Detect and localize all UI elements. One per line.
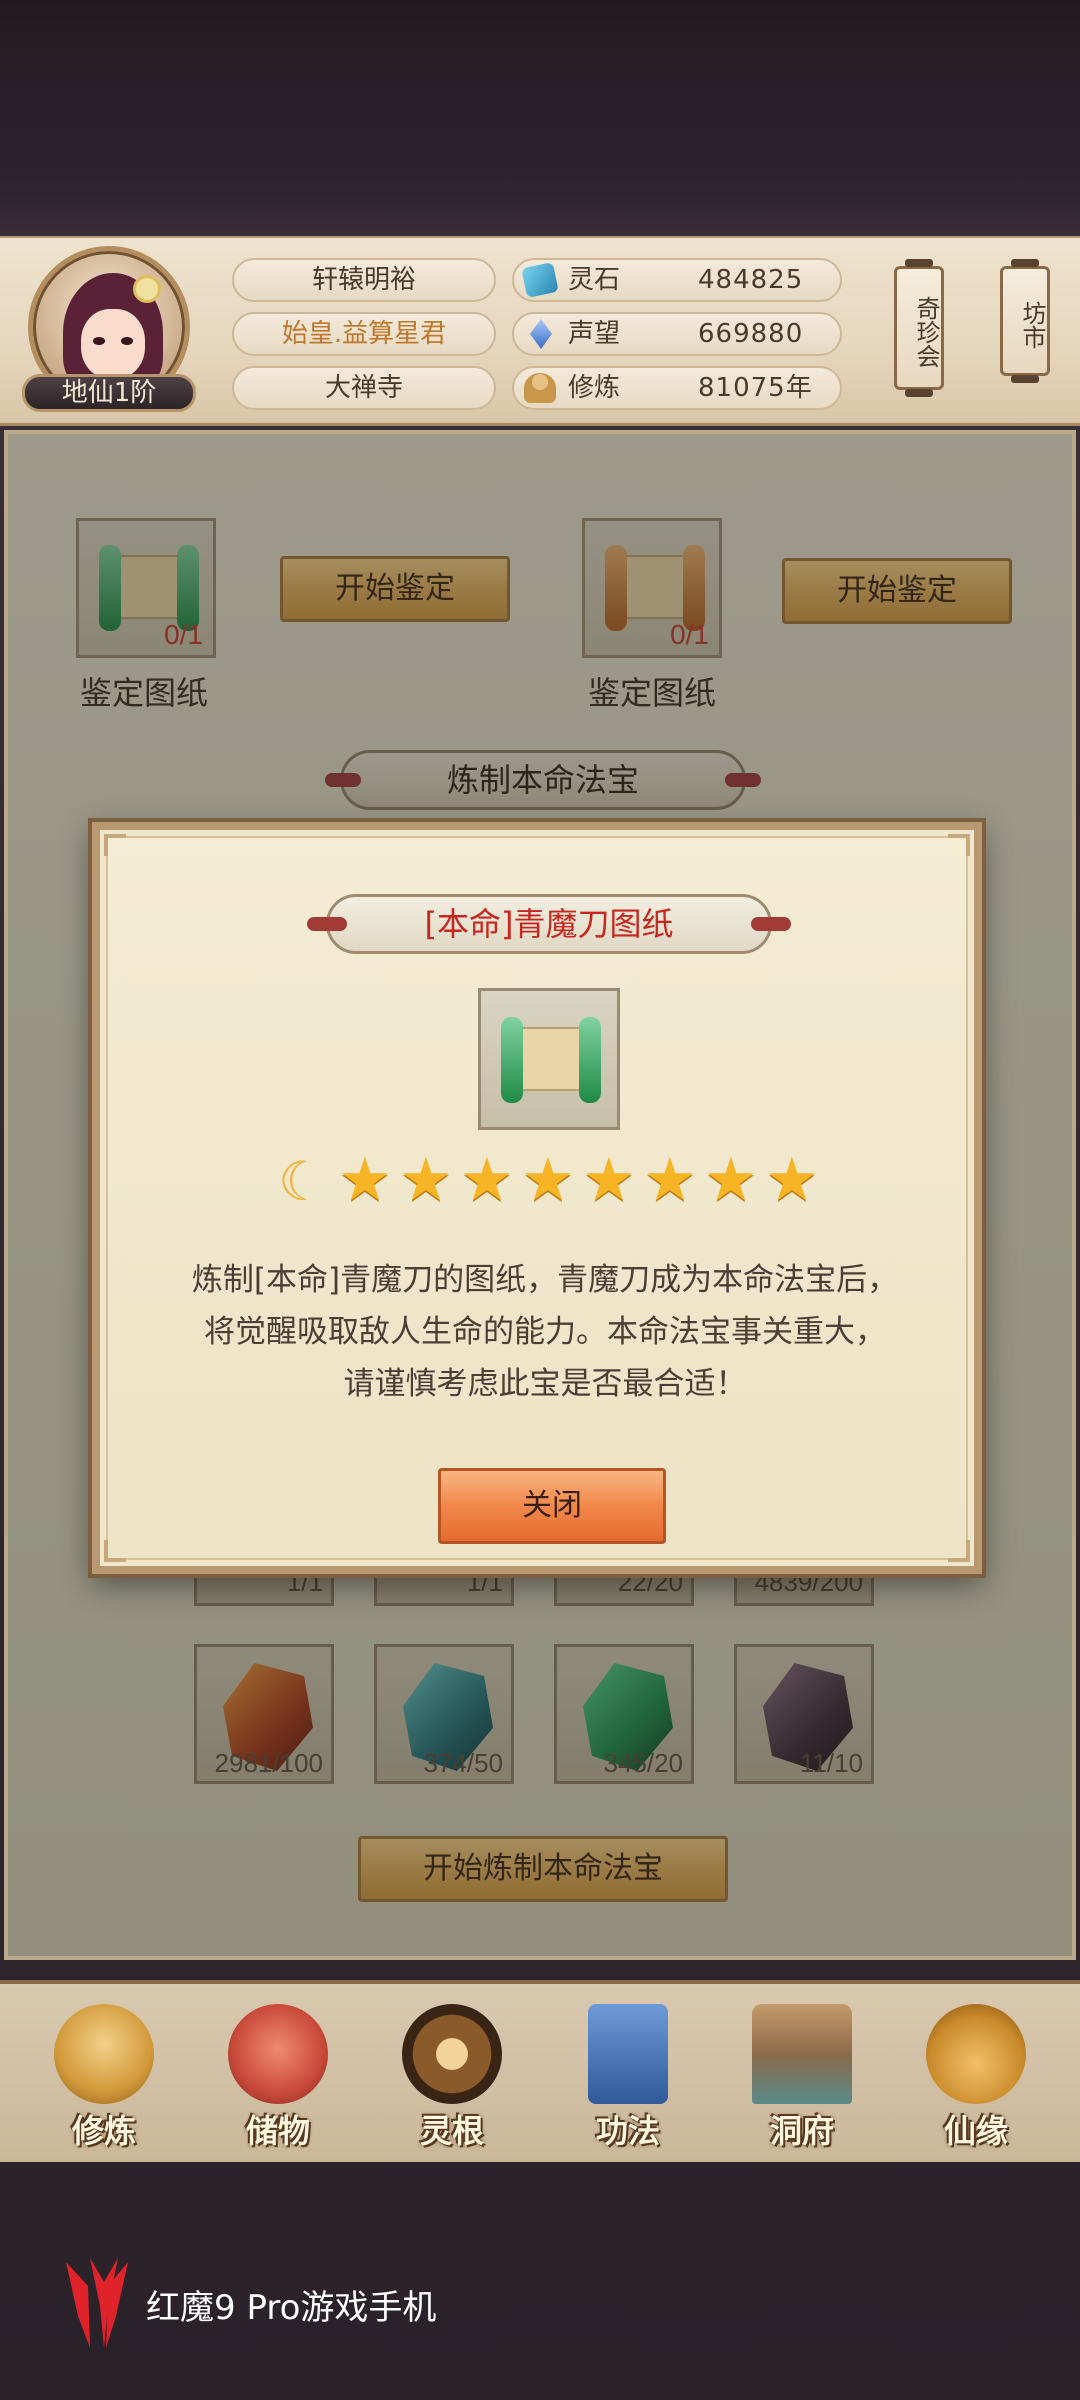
resource-spirit-stone: 灵石 484825 — [512, 258, 842, 302]
technique-book-icon — [588, 2004, 668, 2104]
description-line: 请谨慎考虑此宝是否最合适！ — [343, 1366, 747, 1402]
nav-fate[interactable]: 仙缘 — [896, 1996, 1056, 2156]
star-icon: ★ — [704, 1145, 758, 1215]
star-icon: ★ — [399, 1145, 453, 1215]
dialog-corner — [104, 1540, 126, 1562]
blueprint-description: 炼制[本命]青魔刀的图纸，青魔刀成为本命法宝后， 将觉醒吸取敌人生命的能力。本命… — [148, 1254, 942, 1410]
banner-knob — [751, 917, 791, 931]
dialog-corner — [948, 834, 970, 856]
scroll-roll — [579, 1017, 601, 1103]
spirit-root-icon — [402, 2004, 502, 2104]
device-brand-text: 红魔9 Pro游戏手机 — [146, 2288, 437, 2328]
nav-label: 功法 — [595, 2112, 660, 2150]
rank-badge: 地仙1阶 — [22, 374, 196, 412]
nav-label: 修炼 — [71, 2112, 136, 2150]
quality-rating: ☾ ★ ★ ★ ★ ★ ★ ★ ★ — [278, 1150, 838, 1216]
close-button[interactable]: 关闭 — [438, 1468, 666, 1544]
player-name: 轩辕明裕 — [232, 258, 496, 302]
nav-label: 储物 — [245, 2112, 310, 2150]
dialog-title-banner: [本命]青魔刀图纸 — [307, 894, 791, 954]
player-sect[interactable]: 大禅寺 — [232, 366, 496, 410]
nav-cave[interactable]: 洞府 — [722, 1996, 882, 2156]
resource-label: 修炼 — [568, 373, 621, 403]
star-icon: ★ — [643, 1145, 697, 1215]
spirit-stone-icon — [521, 262, 559, 298]
nav-label: 仙缘 — [943, 2112, 1008, 2150]
description-line: 将觉醒吸取敌人生命的能力。本命法宝事关重大， — [204, 1314, 886, 1350]
star-icon: ★ — [765, 1145, 819, 1215]
scroll-roll — [501, 1017, 523, 1103]
dialog-body: [本命]青魔刀图纸 ☾ ★ ★ ★ ★ ★ ★ ★ ★ 炼制[本命]青魔刀的图纸… — [104, 834, 970, 1562]
star-icon: ★ — [521, 1145, 575, 1215]
scroll-icon — [499, 1017, 603, 1105]
dialog-title: [本命]青魔刀图纸 — [424, 905, 674, 943]
avatar-eye — [93, 337, 105, 345]
meditation-icon — [524, 373, 556, 403]
avatar-eye — [121, 337, 133, 345]
nav-cultivate[interactable]: 修炼 — [24, 1996, 184, 2156]
resource-cultivation: 修炼 81075年 — [512, 366, 842, 410]
player-title[interactable]: 始皇.益算星君 — [232, 312, 496, 356]
storage-bag-icon — [228, 2004, 328, 2104]
resource-value: 669880 — [698, 319, 804, 349]
moon-icon: ☾ — [278, 1150, 327, 1213]
dialog-corner — [948, 1540, 970, 1562]
resource-label: 声望 — [568, 319, 621, 349]
market-button[interactable]: 坊市 — [1000, 259, 1050, 383]
scroll-paper — [521, 1027, 581, 1091]
nav-spirit-root[interactable]: 灵根 — [372, 1996, 532, 2156]
resource-value: 81075年 — [698, 373, 813, 403]
prestige-crystal-icon — [530, 319, 552, 349]
star-icon: ★ — [582, 1145, 636, 1215]
star-icon: ★ — [460, 1145, 514, 1215]
resource-label: 灵石 — [568, 265, 621, 295]
blueprint-detail-dialog: [本命]青魔刀图纸 ☾ ★ ★ ★ ★ ★ ★ ★ ★ 炼制[本命]青魔刀的图纸… — [92, 822, 982, 1574]
cave-dwelling-icon — [752, 2004, 852, 2104]
treasure-fair-button[interactable]: 奇珍会 — [894, 259, 944, 397]
description-line: 炼制[本命]青魔刀的图纸，青魔刀成为本命法宝后， — [191, 1262, 899, 1298]
nav-storage[interactable]: 储物 — [198, 1996, 358, 2156]
blueprint-preview-slot — [478, 988, 620, 1130]
hair-flower-icon — [133, 275, 161, 303]
star-icon: ★ — [338, 1145, 392, 1215]
red-magic-logo-icon — [66, 2258, 128, 2348]
cultivate-icon — [54, 2004, 154, 2104]
avatar-face — [81, 309, 145, 379]
banner-knob — [307, 917, 347, 931]
resource-prestige: 声望 669880 — [512, 312, 842, 356]
nav-label: 灵根 — [419, 2112, 484, 2150]
nav-label: 洞府 — [769, 2112, 834, 2150]
bottom-nav: 修炼 储物 灵根 功法 洞府 仙缘 — [0, 1980, 1080, 2162]
dialog-corner — [104, 834, 126, 856]
nav-technique[interactable]: 功法 — [548, 1996, 708, 2156]
gourd-icon — [926, 2004, 1026, 2104]
resource-value: 484825 — [698, 265, 804, 295]
player-header: 地仙1阶 轩辕明裕 始皇.益算星君 大禅寺 灵石 484825 声望 66988… — [0, 236, 1080, 426]
